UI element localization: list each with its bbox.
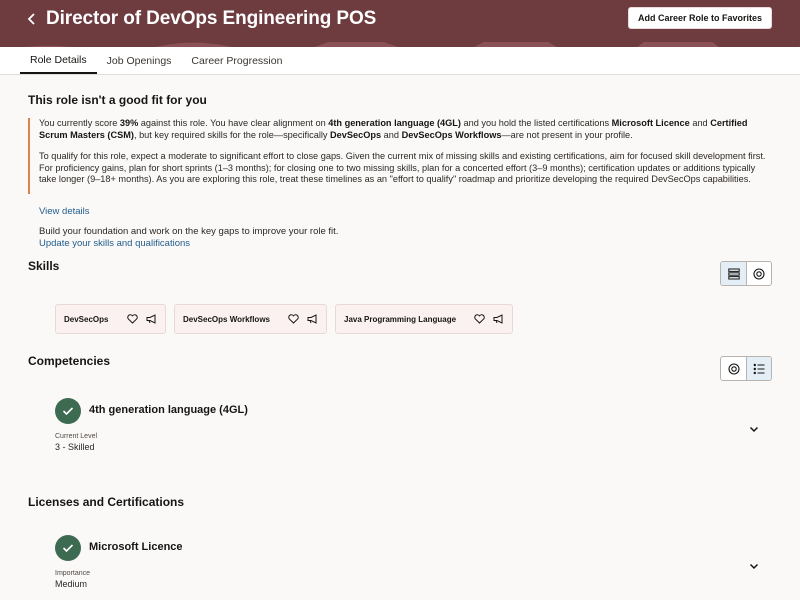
heart-icon (287, 314, 299, 324)
skills-view-toggle (720, 261, 772, 286)
decorative-banner (0, 38, 800, 47)
competencies-heading: Competencies (28, 354, 111, 368)
radar-view-button[interactable] (746, 262, 771, 285)
page-title: Director of DevOps Engineering POS (46, 8, 377, 29)
view-details-link[interactable]: View details (39, 206, 90, 217)
importance-value: Medium (55, 579, 88, 589)
tab-career-progression[interactable]: Career Progression (181, 47, 292, 74)
radar-view-button[interactable] (721, 357, 746, 380)
favorite-skill-button[interactable] (287, 313, 299, 325)
promote-skill-button[interactable] (145, 313, 157, 325)
skill-name: Java Programming Language (344, 314, 457, 324)
promote-skill-button[interactable] (306, 313, 318, 325)
expand-competency-button[interactable] (748, 423, 760, 435)
chevron-down-icon (749, 426, 759, 432)
skill-chip[interactable]: Java Programming Language (335, 304, 513, 334)
list-view-button[interactable] (721, 262, 746, 285)
licenses-heading: Licenses and Certifications (28, 495, 185, 509)
expand-license-button[interactable] (748, 560, 760, 572)
met-status-icon (55, 535, 81, 561)
fit-summary: You currently score 39% against this rol… (28, 118, 768, 194)
fit-heading: This role isn't a good fit for you (28, 93, 207, 107)
skill-name: DevSecOps Workflows (183, 314, 270, 324)
target-icon (753, 267, 765, 280)
page-header: Director of DevOps Engineering POS Add C… (0, 0, 800, 38)
met-status-icon (55, 398, 81, 424)
add-to-favorites-button[interactable]: Add Career Role to Favorites (627, 7, 772, 29)
importance-label: Importance (55, 570, 91, 577)
favorite-skill-button[interactable] (126, 313, 138, 325)
license-name: Microsoft Licence (89, 541, 183, 553)
tab-role-details[interactable]: Role Details (20, 47, 97, 74)
competency-name: 4th generation language (4GL) (89, 404, 248, 416)
bulleted-list-icon (753, 363, 765, 374)
skill-name: DevSecOps (64, 314, 109, 324)
tab-bar: Role Details Job Openings Career Progres… (0, 47, 800, 75)
heart-icon (473, 314, 485, 324)
fit-paragraph-2: To qualify for this role, expect a moder… (39, 151, 766, 185)
megaphone-icon (493, 314, 502, 324)
promote-skill-button[interactable] (492, 313, 504, 325)
chevron-left-icon (27, 13, 35, 25)
skill-chip[interactable]: DevSecOps (55, 304, 166, 334)
megaphone-icon (307, 314, 316, 324)
current-level-label: Current Level (55, 433, 98, 440)
favorite-skill-button[interactable] (473, 313, 485, 325)
heart-icon (126, 314, 138, 324)
checkmark-icon (62, 544, 74, 553)
competencies-view-toggle (720, 356, 772, 381)
checkmark-icon (62, 407, 74, 416)
megaphone-icon (146, 314, 155, 324)
tab-job-openings[interactable]: Job Openings (97, 47, 182, 74)
list-view-button[interactable] (746, 357, 771, 380)
stacked-list-icon (727, 268, 740, 280)
update-skills-link[interactable]: Update your skills and qualifications (39, 238, 190, 249)
back-button[interactable] (24, 11, 40, 27)
foundation-text: Build your foundation and work on the ke… (39, 226, 339, 237)
fit-paragraph-1: You currently score 39% against this rol… (39, 118, 748, 140)
current-level-value: 3 - Skilled (55, 442, 95, 452)
skills-heading: Skills (28, 259, 60, 273)
target-icon (727, 362, 740, 375)
skill-chip[interactable]: DevSecOps Workflows (174, 304, 327, 334)
chevron-down-icon (749, 563, 759, 569)
